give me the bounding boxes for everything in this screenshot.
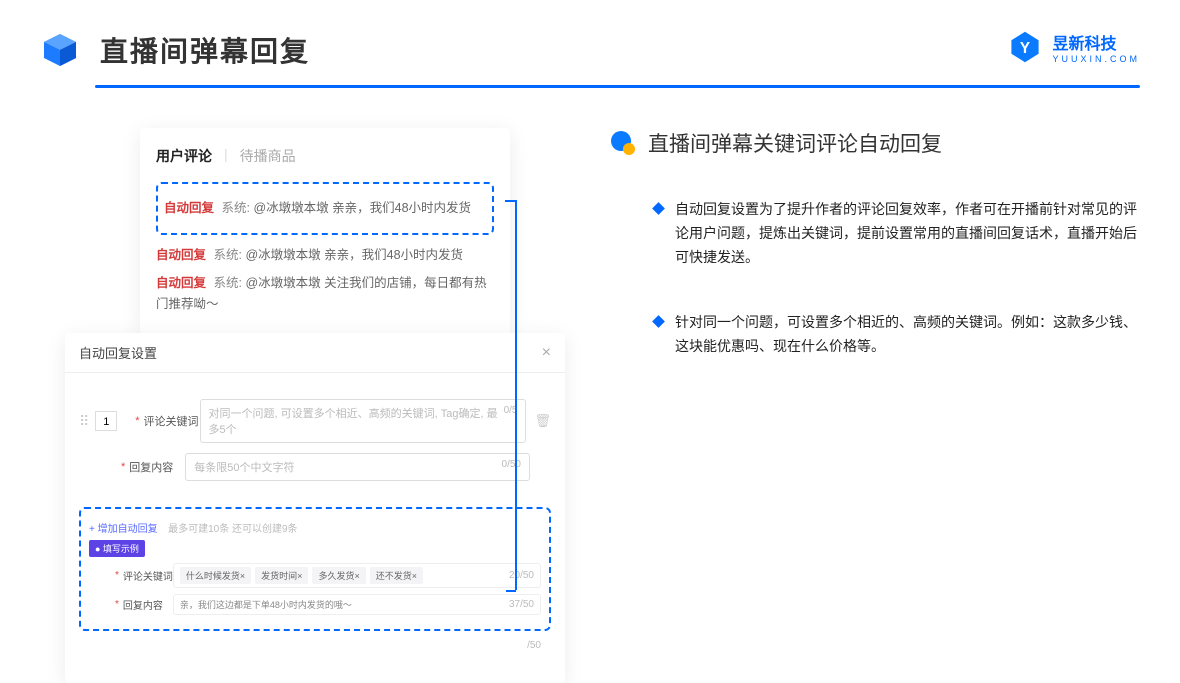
example-keyword-label: 评论关键词 xyxy=(123,568,173,583)
bullet-item: 自动回复设置为了提升作者的评论回复效率，作者可在开播前针对常见的评论用户问题，提… xyxy=(610,198,1140,269)
auto-reply-tag: 自动回复 xyxy=(164,201,214,215)
content-row: * 回复内容 每条限50个中文字符 0/50 xyxy=(79,453,551,481)
bullet-text: 自动回复设置为了提升作者的评论回复效率，作者可在开播前针对常见的评论用户问题，提… xyxy=(675,198,1140,269)
page-title: 直播间弹幕回复 xyxy=(100,30,310,70)
brand-sub: YUUXIN.COM xyxy=(1052,54,1140,64)
bubble-icon xyxy=(610,130,636,156)
section-title: 直播间弹幕关键词评论自动回复 xyxy=(648,128,942,158)
settings-title: 自动回复设置 xyxy=(79,343,157,362)
example-content-input[interactable]: 亲，我们这边都是下单48小时内发货的哦～ 37/50 xyxy=(173,594,541,615)
section-header: 直播间弹幕关键词评论自动回复 xyxy=(610,128,1140,158)
content-count: 0/50 xyxy=(502,459,521,475)
brand-block: Y 昱新科技 YUUXIN.COM xyxy=(1008,30,1140,64)
settings-panel: 自动回复设置 × ⠿ 1 * 评论关键词 对同一个问题, 可设置多个相近、高频的… xyxy=(65,333,565,683)
bullet-text: 针对同一个问题，可设置多个相近的、高频的关键词。例如：这款多少钱、这块能优惠吗、… xyxy=(675,311,1140,359)
brand-icon: Y xyxy=(1008,30,1042,64)
svg-text:Y: Y xyxy=(1020,40,1030,57)
required-star: * xyxy=(115,599,119,610)
content-label: 回复内容 xyxy=(129,459,185,475)
auto-reply-tag: 自动回复 xyxy=(156,276,206,290)
left-column: 用户评论 | 待播商品 自动回复 系统: @冰墩墩本墩 亲亲，我们48小时内发货… xyxy=(40,128,580,401)
example-keyword-row: * 评论关键词 什么时候发货× 发货时间× 多久发货× 还不发货× 20/50 xyxy=(89,563,541,588)
example-content-label: 回复内容 xyxy=(123,597,173,612)
example-box: + 增加自动回复 最多可建10条 还可以创建9条 ● 填写示例 * 评论关键词 … xyxy=(79,507,551,631)
comment-item: 自动回复 系统: @冰墩墩本墩 亲亲，我们48小时内发货 xyxy=(156,245,494,266)
tab-pending-goods[interactable]: 待播商品 xyxy=(240,146,296,166)
comment-tabs: 用户评论 | 待播商品 xyxy=(156,146,494,166)
connector-line xyxy=(505,200,515,202)
required-star: * xyxy=(115,570,119,581)
drag-icon[interactable]: ⠿ xyxy=(79,413,89,430)
add-hint: 最多可建10条 还可以创建9条 xyxy=(168,524,297,535)
content-input[interactable]: 每条限50个中文字符 0/50 xyxy=(185,453,530,481)
required-star: * xyxy=(135,415,139,427)
comment-text: @冰墩墩本墩 亲亲，我们48小时内发货 xyxy=(245,248,463,262)
keyword-placeholder: 对同一个问题, 可设置多个相近、高频的关键词, Tag确定, 最多5个 xyxy=(209,405,504,437)
diamond-icon xyxy=(652,202,665,215)
keyword-input[interactable]: 对同一个问题, 可设置多个相近、高频的关键词, Tag确定, 最多5个 0/5 xyxy=(200,399,527,443)
page-header: 直播间弹幕回复 Y 昱新科技 YUUXIN.COM xyxy=(0,0,1180,85)
comment-text: @冰墩墩本墩 亲亲，我们48小时内发货 xyxy=(253,201,471,215)
add-auto-reply-link[interactable]: + 增加自动回复 xyxy=(89,520,158,535)
example-tag[interactable]: 什么时候发货× xyxy=(180,567,251,584)
highlighted-comment: 自动回复 系统: @冰墩墩本墩 亲亲，我们48小时内发货 xyxy=(156,182,494,235)
system-label: 系统: xyxy=(214,276,242,290)
tab-separator: | xyxy=(224,146,228,166)
brand-name: 昱新科技 xyxy=(1052,30,1140,54)
example-content-row: * 回复内容 亲，我们这边都是下单48小时内发货的哦～ 37/50 xyxy=(89,594,541,615)
comment-item: 自动回复 系统: @冰墩墩本墩 关注我们的店铺，每日都有热门推荐呦～ xyxy=(156,273,494,316)
tab-user-comments[interactable]: 用户评论 xyxy=(156,146,212,166)
settings-header: 自动回复设置 × xyxy=(65,333,565,373)
diamond-icon xyxy=(652,316,665,329)
cube-icon xyxy=(40,30,80,70)
comment-card: 用户评论 | 待播商品 自动回复 系统: @冰墩墩本墩 亲亲，我们48小时内发货… xyxy=(140,128,510,335)
example-badge: ● 填写示例 xyxy=(89,540,145,557)
delete-icon[interactable]: 🗑 xyxy=(534,413,551,429)
example-tag[interactable]: 多久发货× xyxy=(312,567,365,584)
example-tag[interactable]: 还不发货× xyxy=(370,567,423,584)
row-number: 1 xyxy=(95,411,117,431)
system-label: 系统: xyxy=(214,248,242,262)
keyword-label: 评论关键词 xyxy=(144,413,200,429)
close-icon[interactable]: × xyxy=(542,344,551,362)
system-label: 系统: xyxy=(222,201,250,215)
right-column: 直播间弹幕关键词评论自动回复 自动回复设置为了提升作者的评论回复效率，作者可在开… xyxy=(580,128,1140,401)
bullet-item: 针对同一个问题，可设置多个相近的、高频的关键词。例如：这款多少钱、这块能优惠吗、… xyxy=(610,311,1140,359)
connector-line xyxy=(515,200,517,590)
example-keyword-count: 20/50 xyxy=(509,570,534,581)
auto-reply-tag: 自动回复 xyxy=(156,248,206,262)
required-star: * xyxy=(121,461,125,473)
keyword-row: ⠿ 1 * 评论关键词 对同一个问题, 可设置多个相近、高频的关键词, Tag确… xyxy=(79,399,551,443)
example-content-text: 亲，我们这边都是下单48小时内发货的哦～ xyxy=(180,598,352,611)
example-content-count: 37/50 xyxy=(509,599,534,610)
outer-count: /50 xyxy=(527,640,541,651)
example-tag[interactable]: 发货时间× xyxy=(255,567,308,584)
connector-line xyxy=(506,590,516,592)
example-keyword-input[interactable]: 什么时候发货× 发货时间× 多久发货× 还不发货× 20/50 xyxy=(173,563,541,588)
content-placeholder: 每条限50个中文字符 xyxy=(194,459,294,475)
